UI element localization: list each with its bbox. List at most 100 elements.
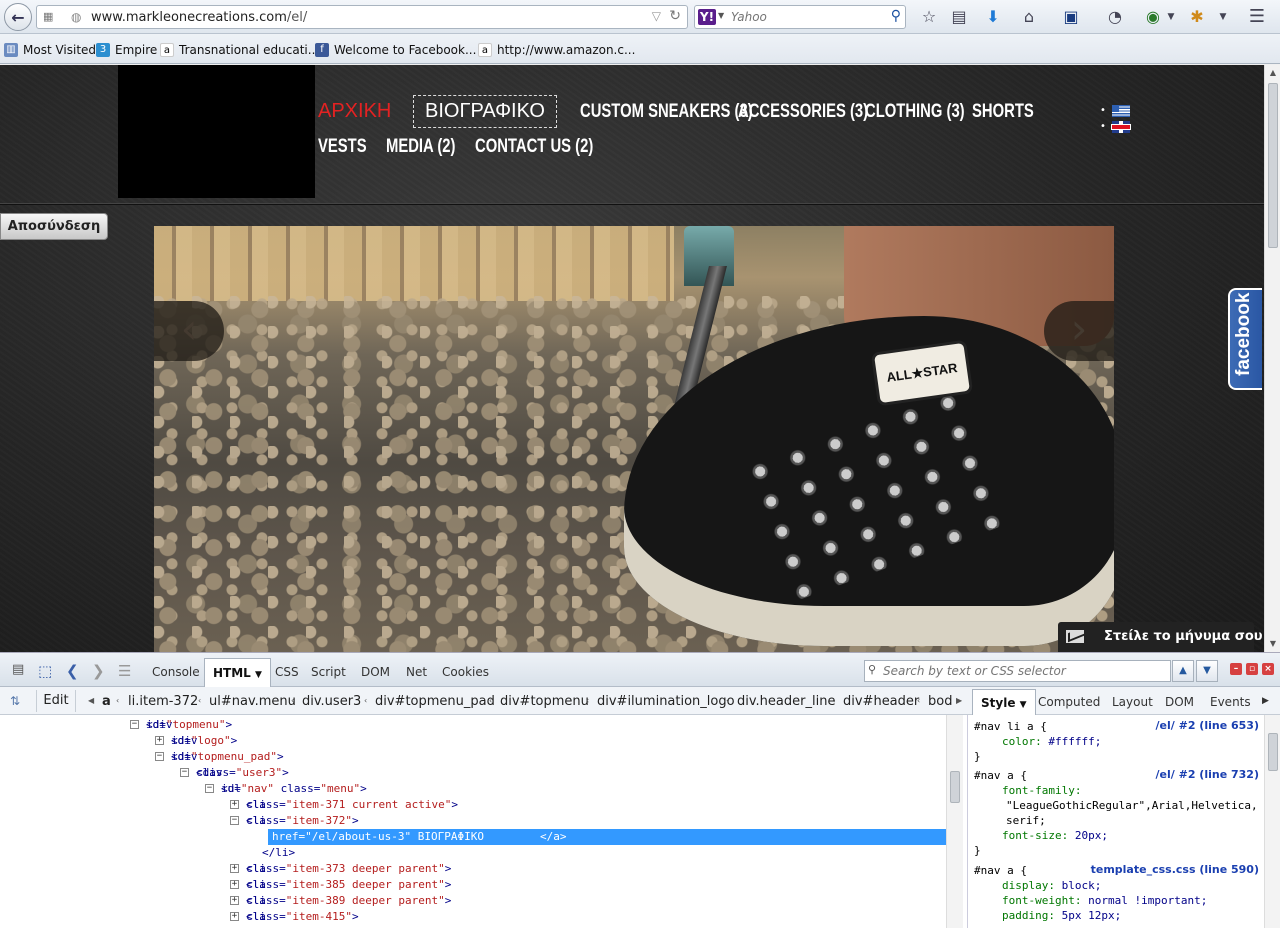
firebug-menu-icon[interactable]: ▤ [12,662,24,677]
site-logo[interactable] [118,65,315,198]
expand-icon[interactable]: + [230,864,239,873]
firebug-icon[interactable]: ✱ [1186,6,1208,28]
firebug-search-input[interactable] [883,664,1163,678]
scroll-up-icon[interactable]: ▲ [1265,65,1280,81]
bookmarks-menu-icon[interactable]: ▤ [948,6,970,28]
nav-item-vests[interactable]: VESTS [318,136,367,158]
crumb-item[interactable]: div#header [843,694,919,709]
tree-scrollbar[interactable] [946,715,963,928]
inspect-element-icon[interactable]: ⬚ [38,662,52,680]
firebug-dropdown-icon[interactable]: ▼ [1212,6,1234,28]
site-identity-icon[interactable]: ▦ [43,10,59,24]
css-declaration[interactable]: font-size: 20px; [1002,828,1108,843]
crumb-item[interactable]: div#topmenu [500,694,589,709]
fb-tab-html[interactable]: HTML ▼ [204,658,271,687]
css-source-link[interactable]: /el/ #2 (line 653) [1156,719,1259,732]
tree-node[interactable]: − <div id="topmenu_pad" > [0,749,946,765]
expand-icon[interactable]: + [155,736,164,745]
tree-node[interactable]: + <div id="logo" > [0,733,946,749]
expand-icon[interactable]: + [230,896,239,905]
fb-tab-css[interactable]: CSS [275,665,299,679]
css-source-link[interactable]: template_css.css (line 590) [1091,863,1259,876]
side-tab-dom[interactable]: DOM [1165,695,1194,709]
expand-icon[interactable]: + [230,912,239,921]
nav-item-home[interactable]: ΑΡΧΙΚΗ [318,100,391,123]
url-dropdown-icon[interactable]: ▽ [652,9,661,23]
search-prev-button[interactable]: ▲ [1172,660,1194,682]
css-declaration[interactable]: display: block; [1002,878,1101,893]
css-selector[interactable]: #nav li a { [974,719,1047,734]
tree-node[interactable]: − <ul id="nav" class="menu" > [0,781,946,797]
home-icon[interactable]: ⌂ [1018,6,1040,28]
step-icon[interactable]: ☰ [118,662,131,680]
crumb-item[interactable]: bod [928,694,952,709]
edit-button[interactable]: Edit [36,690,76,712]
scrollbar-thumb[interactable] [1268,733,1278,771]
css-declaration[interactable]: font-weight: normal !important; [1002,893,1207,908]
style-scrollbar[interactable] [1264,715,1280,928]
crumb-item[interactable]: div.header_line [737,694,835,709]
greek-flag-icon[interactable] [1112,105,1130,117]
forward-arrow-icon[interactable]: ❯ [92,662,105,680]
send-message-bar[interactable]: Στείλε το μήνυμα σου [1058,622,1263,652]
crumb-scroll-right-icon[interactable]: ▶ [956,696,962,705]
tree-node[interactable]: + <li class="item-371 current active" > [0,797,946,813]
tree-node[interactable]: + <li class="item-385 deeper parent" > [0,877,946,893]
expand-icon[interactable]: + [230,800,239,809]
crumb-item[interactable]: ul#nav.menu [209,694,296,709]
downloads-icon[interactable]: ⬇ [982,6,1004,28]
back-arrow-icon[interactable]: ❮ [66,662,79,680]
crumb-item[interactable]: li.item-372 [128,694,198,709]
css-declaration[interactable]: font-family: [1002,783,1081,798]
scrollbar-thumb[interactable] [950,771,960,803]
fb-tab-script[interactable]: Script [311,665,346,679]
fb-tab-cookies[interactable]: Cookies [442,665,489,679]
panel-options-icon[interactable]: ⇅ [10,694,20,708]
scrollbar-thumb[interactable] [1268,83,1278,248]
tree-node[interactable]: − <div class="user3" > [0,765,946,781]
tree-node[interactable]: + <li class="item-389 deeper parent" > [0,893,946,909]
search-engine-dropdown-icon[interactable]: ▼ [718,11,724,20]
tree-node[interactable]: − <li class="item-372" > [0,813,946,829]
css-declaration[interactable]: color: #ffffff; [1002,734,1101,749]
minimize-icon[interactable]: – [1230,663,1242,675]
more-tabs-icon[interactable]: ▶ [1262,696,1269,706]
pocket-icon[interactable]: ▣ [1060,6,1082,28]
css-selector[interactable]: #nav a { [974,863,1027,878]
history-icon[interactable]: ◔ [1104,6,1126,28]
tree-node[interactable]: + <li class="item-373 deeper parent" > [0,861,946,877]
collapse-icon[interactable]: − [130,720,139,729]
slider-next-button[interactable]: › [1044,301,1114,361]
fb-tab-console[interactable]: Console [152,665,200,679]
bookmark-star-icon[interactable]: ☆ [918,6,940,28]
crumb-item[interactable]: div#topmenu_pad [375,694,495,709]
facebook-tab[interactable]: facebook [1228,288,1262,390]
css-declaration[interactable]: padding: 5px 12px; [1002,908,1121,923]
back-button[interactable]: ← [4,3,32,31]
nav-item-clothing[interactable]: CLOTHING (3) [865,101,965,123]
scroll-down-icon[interactable]: ▼ [1265,636,1280,652]
expand-icon[interactable]: + [230,880,239,889]
crumb-item[interactable]: div.user3 [302,694,361,709]
search-next-button[interactable]: ▼ [1196,660,1218,682]
firebug-search[interactable]: ⚲ [864,660,1171,682]
nav-item-shorts[interactable]: SHORTS [972,101,1034,123]
tree-node[interactable]: </li> [0,845,946,861]
search-input[interactable] [731,9,881,25]
tree-node[interactable]: <a href="/el/about-us-3"> ΒΙΟΓΡΑΦΙΚΟ </a… [0,829,946,845]
reload-icon[interactable]: ↻ [669,8,681,24]
crumb-item[interactable]: div#ilumination_logo [597,694,735,709]
collapse-icon[interactable]: − [205,784,214,793]
uk-flag-icon[interactable] [1112,121,1130,133]
url-text[interactable]: www.markleonecreations.com/el/ [91,10,307,25]
bookmark-transnational[interactable]: a Transnational educati... [160,41,319,59]
search-bar[interactable]: Y! ▼ ⚲ [694,5,906,29]
crumb-scroll-left-icon[interactable]: ◀ [88,696,94,705]
slider-prev-button[interactable]: ‹ [154,301,224,361]
collapse-icon[interactable]: − [180,768,189,777]
tree-node[interactable]: + <li class="item-415" > [0,909,946,925]
fb-tab-dom[interactable]: DOM [361,665,390,679]
detach-icon[interactable]: ▫ [1246,663,1258,675]
collapse-icon[interactable]: − [155,752,164,761]
tree-node[interactable]: − <div id="topmenu" > [0,717,946,733]
